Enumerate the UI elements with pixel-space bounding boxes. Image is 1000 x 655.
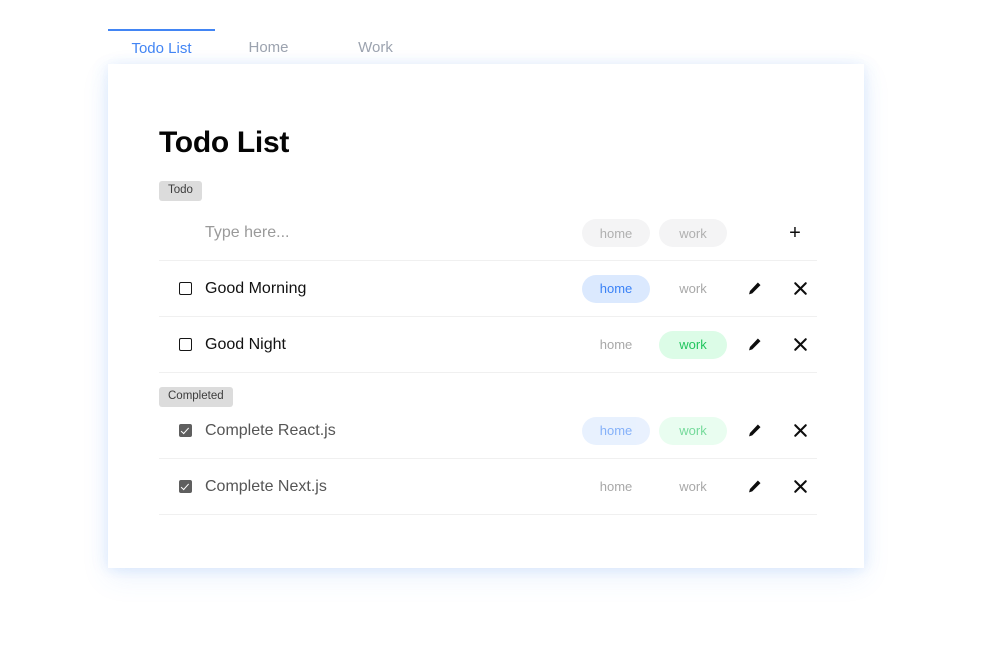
- task-label-complete-reactjs: Complete React.js: [205, 421, 336, 439]
- completed-row-complete-nextjs: Complete Next.js home work: [159, 459, 817, 515]
- tab-home[interactable]: Home: [215, 29, 322, 65]
- task-label-good-morning: Good Morning: [205, 279, 307, 297]
- tag-home-good-night[interactable]: home: [582, 331, 650, 359]
- tab-work-label: Work: [358, 38, 393, 56]
- checkbox-cell: [159, 282, 202, 295]
- task-actions-complete-reactjs: [743, 420, 817, 442]
- tag-home-complete-nextjs-label: home: [599, 479, 633, 494]
- checkbox-cell: [159, 480, 202, 493]
- checkbox-cell: [159, 424, 202, 437]
- tag-home-good-morning-label: home: [599, 281, 633, 296]
- close-icon: [793, 338, 807, 351]
- todo-card: Todo List Todo home work +: [108, 64, 864, 568]
- tag-home-complete-reactjs[interactable]: home: [582, 416, 650, 445]
- pencil-icon: [748, 282, 760, 295]
- checkbox-icon-good-night[interactable]: [179, 338, 192, 351]
- add-task-tags: home work: [582, 219, 727, 247]
- tag-home-complete-reactjs-label: home: [599, 423, 633, 438]
- page-title: Todo List: [159, 126, 290, 159]
- tab-todo-list-label: Todo List: [131, 39, 192, 57]
- checkbox-icon-complete-nextjs[interactable]: [179, 480, 192, 493]
- todo-rows: home work + Good Morning ho: [159, 206, 817, 515]
- task-actions-good-night: [743, 334, 817, 356]
- tag-work-complete-reactjs[interactable]: work: [659, 416, 727, 445]
- checkbox-icon-good-morning[interactable]: [179, 282, 192, 295]
- add-task-button[interactable]: +: [784, 222, 806, 244]
- tag-work-new-label: work: [679, 225, 707, 241]
- completed-row-complete-reactjs: Complete React.js home work: [159, 403, 817, 459]
- pencil-icon: [748, 480, 760, 493]
- tag-work-good-morning[interactable]: work: [659, 275, 727, 303]
- tag-work-good-night-label: work: [679, 337, 707, 352]
- close-icon: [793, 480, 807, 493]
- close-icon: [793, 424, 807, 437]
- close-icon: [793, 282, 807, 295]
- delete-button-good-morning[interactable]: [789, 278, 811, 300]
- task-tags-good-night: home work: [582, 330, 727, 359]
- tag-home-new[interactable]: home: [582, 219, 650, 247]
- tag-work-new[interactable]: work: [659, 219, 727, 247]
- checkbox-cell: [159, 338, 202, 351]
- tab-bar: Todo List Home Work: [108, 29, 864, 65]
- task-label-complete-nextjs: Complete Next.js: [205, 477, 327, 495]
- tab-work[interactable]: Work: [322, 29, 429, 65]
- tag-home-good-night-label: home: [599, 337, 633, 352]
- checkbox-icon-complete-reactjs[interactable]: [179, 424, 192, 437]
- tag-work-good-night[interactable]: work: [659, 330, 727, 359]
- task-actions-complete-nextjs: [743, 476, 817, 498]
- new-task-input[interactable]: [159, 223, 582, 243]
- edit-button-complete-reactjs[interactable]: [743, 420, 765, 442]
- section-badge-completed: Completed: [159, 387, 233, 407]
- edit-button-good-night[interactable]: [743, 334, 765, 356]
- add-task-actions: +: [743, 222, 817, 244]
- tag-home-new-label: home: [599, 225, 633, 241]
- edit-button-good-morning[interactable]: [743, 278, 765, 300]
- tag-home-complete-nextjs[interactable]: home: [582, 473, 650, 501]
- todo-row-good-morning: Good Morning home work: [159, 261, 817, 317]
- task-label-good-night: Good Night: [205, 335, 286, 353]
- tag-work-good-morning-label: work: [679, 281, 707, 296]
- pencil-icon: [748, 338, 760, 351]
- delete-button-complete-nextjs[interactable]: [789, 476, 811, 498]
- tab-home-label: Home: [248, 38, 289, 56]
- add-task-row: home work +: [159, 206, 817, 261]
- todo-app: Todo List Home Work Todo List Todo home …: [0, 0, 1000, 655]
- tab-todo-list[interactable]: Todo List: [108, 29, 215, 65]
- tag-work-complete-reactjs-label: work: [679, 423, 707, 438]
- delete-button-complete-reactjs[interactable]: [789, 420, 811, 442]
- task-tags-good-morning: home work: [582, 274, 727, 303]
- task-tags-complete-reactjs: home work: [582, 416, 727, 445]
- section-badge-todo: Todo: [159, 181, 202, 201]
- pencil-icon: [748, 424, 760, 437]
- delete-button-good-night[interactable]: [789, 334, 811, 356]
- edit-button-complete-nextjs[interactable]: [743, 476, 765, 498]
- tag-home-good-morning[interactable]: home: [582, 274, 650, 303]
- tag-work-complete-nextjs[interactable]: work: [659, 473, 727, 501]
- task-tags-complete-nextjs: home work: [582, 473, 727, 501]
- todo-row-good-night: Good Night home work: [159, 317, 817, 373]
- task-actions-good-morning: [743, 278, 817, 300]
- tag-work-complete-nextjs-label: work: [679, 479, 707, 494]
